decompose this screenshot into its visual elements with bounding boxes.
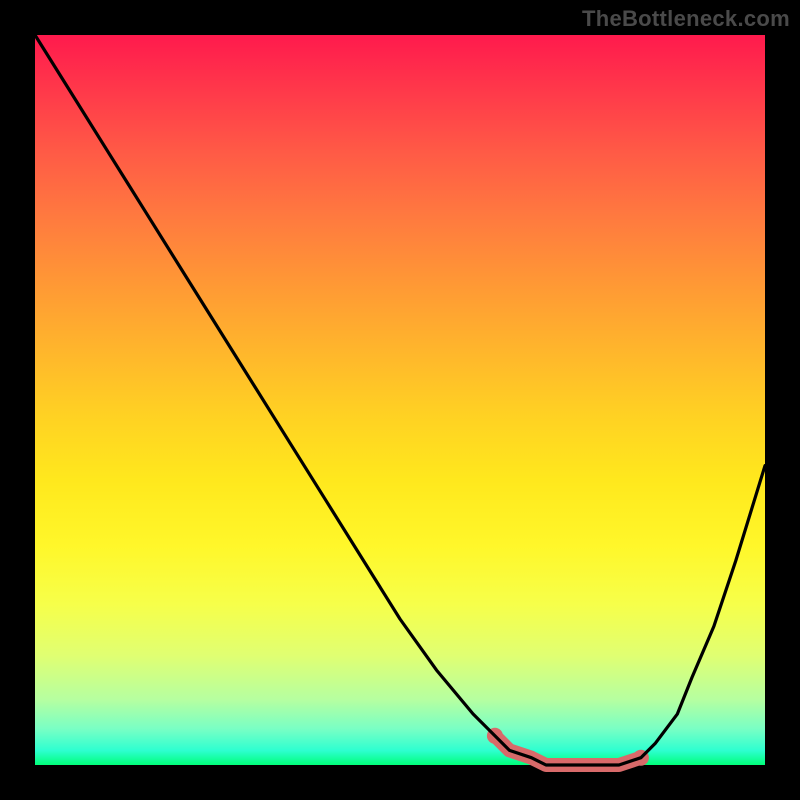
bottleneck-curve — [35, 35, 765, 765]
watermark-text: TheBottleneck.com — [582, 6, 790, 32]
chart-frame: TheBottleneck.com — [0, 0, 800, 800]
chart-svg — [35, 35, 765, 765]
plot-area — [35, 35, 765, 765]
optimal-range-highlight — [495, 736, 641, 765]
